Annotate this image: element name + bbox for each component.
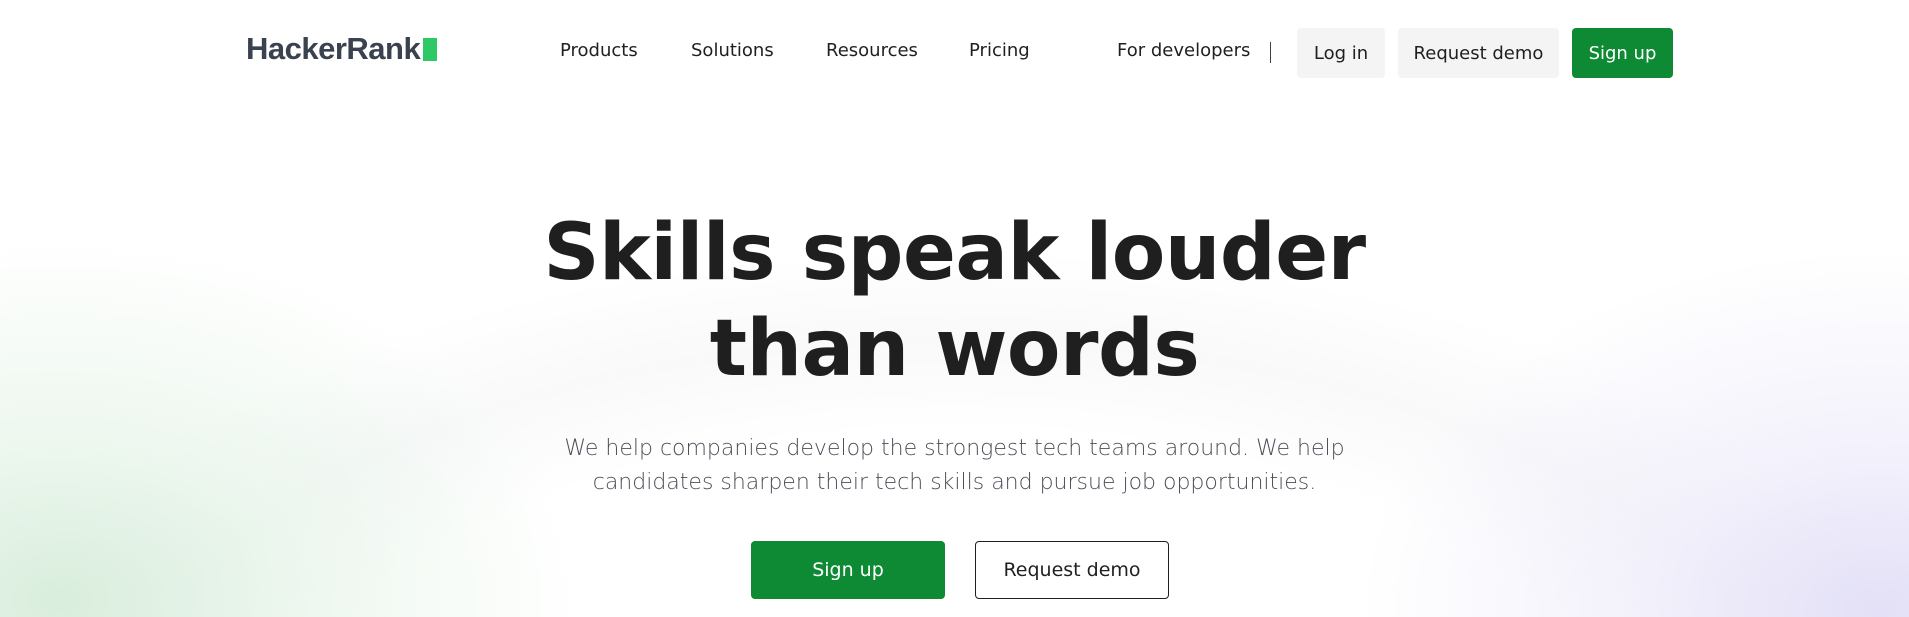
nav-for-developers[interactable]: For developers [1117, 40, 1250, 61]
nav-products[interactable]: Products [560, 40, 638, 61]
hero-title-line-1: Skills speak louder [543, 208, 1366, 298]
hero-signup-button-label: Sign up [812, 559, 884, 581]
signup-button-label: Sign up [1588, 42, 1657, 64]
nav-divider [1270, 42, 1271, 63]
nav-resources[interactable]: Resources [826, 40, 918, 61]
hero-request-demo-button-label: Request demo [1003, 559, 1141, 581]
hero-subtitle: We help companies develop the strongest … [560, 432, 1349, 500]
login-button-label: Log in [1313, 42, 1369, 64]
nav-solutions[interactable]: Solutions [691, 40, 774, 61]
login-button[interactable]: Log in [1297, 28, 1385, 78]
logo-square-icon [423, 37, 438, 61]
top-navigation: HackerRank Products Solutions Resources … [0, 0, 1909, 106]
hero-signup-button[interactable]: Sign up [751, 541, 945, 599]
hero-subtitle-line-1: We help companies develop the strongest … [564, 436, 1345, 461]
hero-title: Skills speak louder than words [0, 205, 1909, 397]
hackerrank-logo[interactable]: HackerRank [246, 31, 438, 67]
nav-pricing[interactable]: Pricing [969, 40, 1030, 61]
request-demo-button-label: Request demo [1413, 42, 1544, 64]
request-demo-button[interactable]: Request demo [1398, 28, 1559, 78]
signup-button[interactable]: Sign up [1572, 28, 1673, 78]
hero-request-demo-button[interactable]: Request demo [975, 541, 1169, 599]
logo-text: HackerRank [246, 31, 421, 66]
hero-title-line-2: than words [709, 304, 1200, 394]
hero-subtitle-line-2: candidates sharpen their tech skills and… [592, 470, 1317, 495]
